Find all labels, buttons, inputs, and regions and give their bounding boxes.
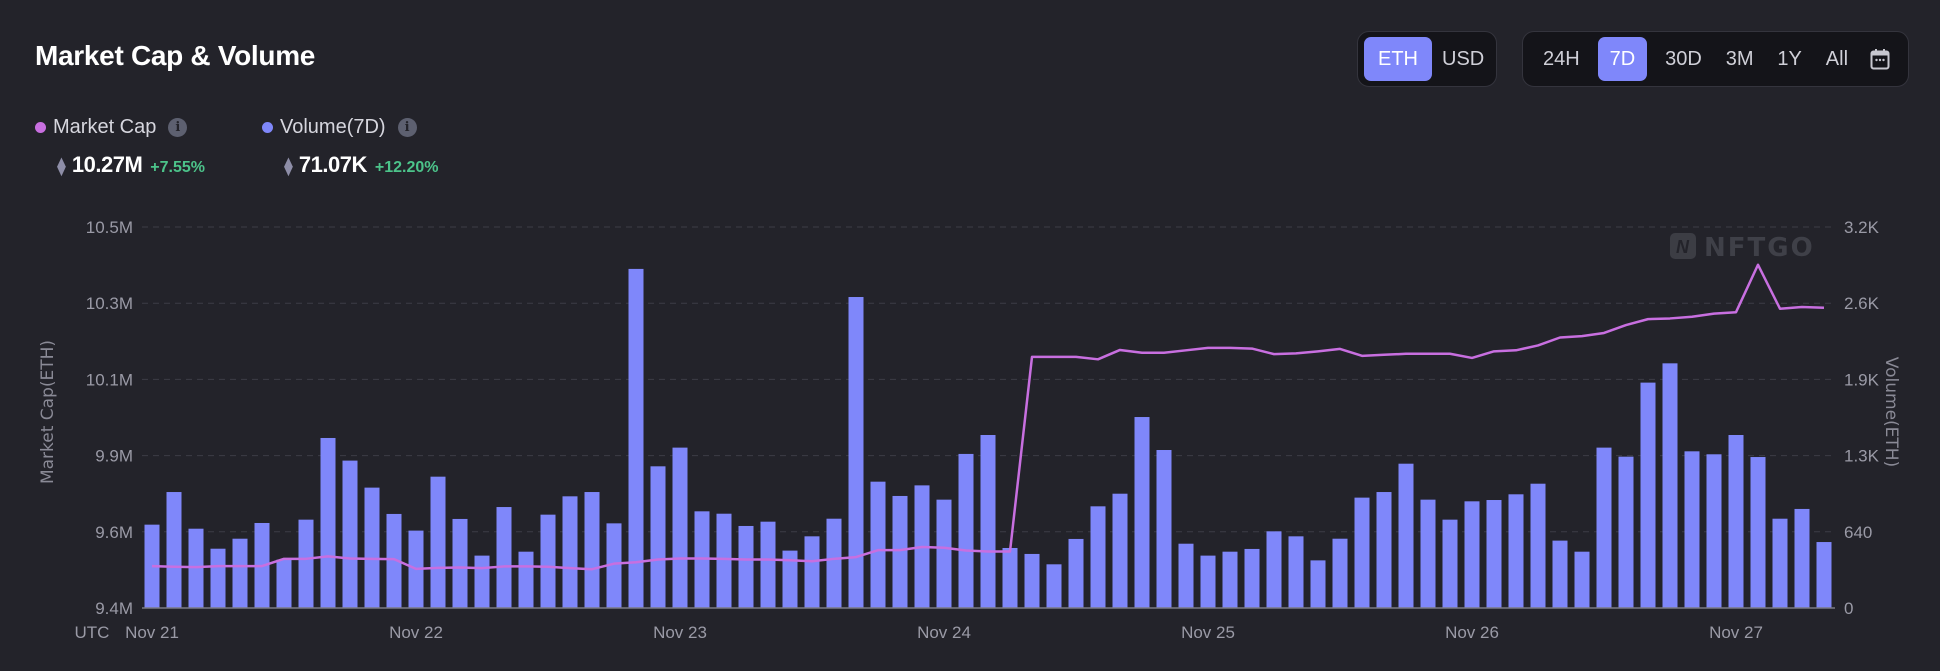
volume-bar[interactable] bbox=[1486, 500, 1502, 608]
volume-bar[interactable] bbox=[892, 495, 908, 608]
volume-bar[interactable] bbox=[1750, 457, 1766, 608]
volume-bar[interactable] bbox=[760, 521, 776, 608]
volume-bar[interactable] bbox=[298, 519, 314, 608]
y-right-tick: 0 bbox=[1844, 599, 1853, 618]
volume-bar[interactable] bbox=[562, 496, 578, 608]
volume-bar[interactable] bbox=[430, 476, 446, 608]
volume-bar[interactable] bbox=[320, 437, 336, 608]
y-left-tick: 10.1M bbox=[86, 370, 133, 389]
volume-bar[interactable] bbox=[1816, 542, 1832, 608]
volume-bar[interactable] bbox=[936, 499, 952, 608]
nftgo-watermark: N NFTGO bbox=[1670, 233, 1815, 263]
volume-bar[interactable] bbox=[1618, 456, 1634, 608]
volume-bar[interactable] bbox=[672, 447, 688, 608]
volume-bar[interactable] bbox=[804, 536, 820, 608]
y-right-tick: 640 bbox=[1844, 523, 1872, 542]
volume-bar[interactable] bbox=[1376, 492, 1392, 608]
volume-bar[interactable] bbox=[1640, 382, 1656, 608]
volume-bar[interactable] bbox=[474, 555, 490, 608]
volume-bar[interactable] bbox=[1178, 543, 1194, 608]
volume-bar[interactable] bbox=[452, 518, 468, 608]
volume-bar[interactable] bbox=[1354, 497, 1370, 608]
volume-bar[interactable] bbox=[1398, 463, 1414, 608]
x-tick: Nov 26 bbox=[1445, 623, 1499, 642]
volume-bar[interactable] bbox=[1222, 551, 1238, 608]
y-left-tick: 10.3M bbox=[86, 294, 133, 313]
svg-text:N: N bbox=[1676, 237, 1690, 257]
volume-bar[interactable] bbox=[1662, 363, 1678, 608]
volume-bar[interactable] bbox=[364, 487, 380, 608]
volume-bar[interactable] bbox=[1464, 501, 1480, 608]
volume-bar[interactable] bbox=[1310, 560, 1326, 608]
volume-bar[interactable] bbox=[540, 514, 556, 608]
x-tick: Nov 21 bbox=[125, 623, 179, 642]
y-right-tick: 3.2K bbox=[1844, 218, 1880, 237]
market-cap-volume-chart: N NFTGO 9.4M 0 9.6M 640 9.9M 1.3K 10.1M 1.9K 10.… bbox=[38, 218, 1901, 642]
volume-bar[interactable] bbox=[1244, 548, 1260, 608]
volume-bar[interactable] bbox=[1574, 551, 1590, 608]
volume-bar[interactable] bbox=[1002, 547, 1018, 608]
volume-bar[interactable] bbox=[1596, 447, 1612, 608]
x-tick: Nov 23 bbox=[653, 623, 707, 642]
x-tick: Nov 22 bbox=[389, 623, 443, 642]
volume-bar[interactable] bbox=[980, 435, 996, 608]
x-tick: Nov 27 bbox=[1709, 623, 1763, 642]
volume-bar[interactable] bbox=[584, 492, 600, 608]
volume-bar[interactable] bbox=[1200, 555, 1216, 608]
y-right-axis-title: Volume(ETH) bbox=[1881, 357, 1901, 467]
y-left-tick: 9.6M bbox=[95, 523, 133, 542]
y-left-tick: 9.4M bbox=[95, 599, 133, 618]
volume-bar[interactable] bbox=[1442, 519, 1458, 608]
volume-bar[interactable] bbox=[870, 481, 886, 608]
y-right-tick: 2.6K bbox=[1844, 294, 1880, 313]
volume-bar[interactable] bbox=[1420, 499, 1436, 608]
volume-bar[interactable] bbox=[496, 507, 512, 608]
y-left-tick: 10.5M bbox=[86, 218, 133, 237]
volume-bar[interactable] bbox=[1684, 451, 1700, 608]
volume-bar[interactable] bbox=[738, 525, 754, 608]
volume-bar[interactable] bbox=[1508, 494, 1524, 608]
x-tick: Nov 25 bbox=[1181, 623, 1235, 642]
svg-text:NFTGO: NFTGO bbox=[1704, 233, 1815, 263]
volume-bar[interactable] bbox=[826, 518, 842, 608]
x-tick: Nov 24 bbox=[917, 623, 971, 642]
volume-bar[interactable] bbox=[1706, 454, 1722, 608]
y-right-tick: 1.3K bbox=[1844, 447, 1880, 466]
volume-bar[interactable] bbox=[1046, 564, 1062, 608]
volume-bar[interactable] bbox=[716, 513, 732, 608]
volume-bar[interactable] bbox=[1728, 435, 1744, 608]
volume-bar[interactable] bbox=[848, 297, 864, 608]
timezone-label: UTC bbox=[75, 623, 110, 642]
y-left-axis-title: Market Cap(ETH) bbox=[38, 340, 58, 484]
y-right-tick: 1.9K bbox=[1844, 370, 1880, 389]
volume-bar[interactable] bbox=[518, 551, 534, 608]
volume-bar[interactable] bbox=[1068, 538, 1084, 608]
volume-bar[interactable] bbox=[1112, 493, 1128, 608]
volume-bar[interactable] bbox=[1090, 506, 1106, 608]
volume-bar[interactable] bbox=[1794, 508, 1810, 608]
volume-bar[interactable] bbox=[1772, 518, 1788, 608]
volume-bar[interactable] bbox=[276, 559, 292, 608]
volume-bar[interactable] bbox=[1552, 540, 1568, 608]
volume-bar[interactable] bbox=[232, 538, 248, 608]
volume-bar[interactable] bbox=[1288, 536, 1304, 608]
volume-bar[interactable] bbox=[958, 453, 974, 608]
y-left-tick: 9.9M bbox=[95, 447, 133, 466]
volume-bar[interactable] bbox=[1530, 483, 1546, 608]
volume-bar[interactable] bbox=[1156, 450, 1172, 608]
volume-bar[interactable] bbox=[342, 460, 358, 608]
volume-bar[interactable] bbox=[1024, 553, 1040, 608]
volume-bar[interactable] bbox=[650, 466, 666, 608]
volume-bar[interactable] bbox=[628, 268, 644, 608]
volume-bar[interactable] bbox=[166, 492, 182, 608]
volume-bar[interactable] bbox=[1134, 417, 1150, 608]
volume-bar[interactable] bbox=[210, 548, 226, 608]
volume-bar[interactable] bbox=[1332, 538, 1348, 608]
volume-bar[interactable] bbox=[1266, 531, 1282, 608]
